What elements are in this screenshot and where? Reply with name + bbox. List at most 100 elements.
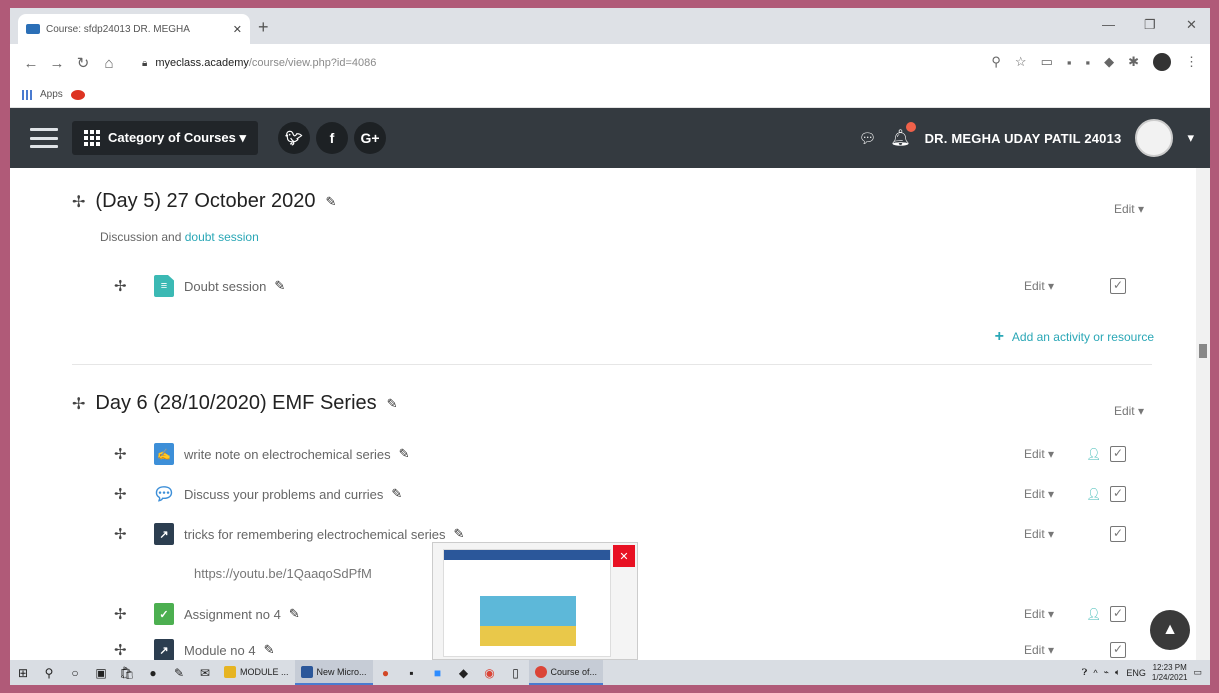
browser-tab[interactable]: Course: sfdp24013 DR. MEGHA ✕ <box>18 14 250 44</box>
move-icon[interactable]: ✢ <box>114 641 138 659</box>
completion-checkbox[interactable]: ✓ <box>1110 606 1126 622</box>
clock[interactable]: 12:23 PM 1/24/2021 <box>1152 663 1188 683</box>
search-icon[interactable]: ⚲ <box>36 660 62 685</box>
pencil-icon[interactable]: ✎ <box>391 486 402 502</box>
user-icon[interactable]: 👤︎ <box>1086 447 1101 461</box>
menu-kebab-icon[interactable]: ⋮ <box>1185 54 1198 70</box>
category-menu[interactable]: Category of Courses ▾ <box>72 121 258 155</box>
pencil-icon[interactable]: ✎ <box>264 642 275 658</box>
user-avatar[interactable] <box>1135 119 1174 157</box>
activity-name[interactable]: Doubt session <box>184 279 266 294</box>
pencil-icon[interactable]: ✎ <box>454 526 465 542</box>
pencil-icon[interactable]: ✎ <box>326 194 337 210</box>
facebook-icon[interactable]: f <box>316 122 348 154</box>
zoom-app-icon[interactable]: ■ <box>425 660 451 685</box>
apps-grid-icon[interactable] <box>22 89 32 100</box>
cortana-icon[interactable]: ○ <box>62 660 88 685</box>
taskbar-app-module[interactable]: MODULE ... <box>218 660 295 685</box>
activity-edit-menu[interactable]: Edit ▾ <box>1024 527 1074 541</box>
zoom-icon[interactable]: ⚲ <box>991 54 1001 70</box>
hamburger-menu-icon[interactable] <box>30 128 58 148</box>
app-icon-5[interactable]: ◆ <box>451 660 477 685</box>
extension-icon-2[interactable]: ▪ <box>1085 55 1090 70</box>
notepad-icon[interactable]: ▯ <box>503 660 529 685</box>
app-icon[interactable]: ● <box>140 660 166 685</box>
activity-edit-menu[interactable]: Edit ▾ <box>1024 487 1074 501</box>
activity-name[interactable]: Assignment no 4 <box>184 607 281 622</box>
completion-checkbox[interactable]: ✓ <box>1110 642 1126 658</box>
activity-name[interactable]: write note on electrochemical series <box>184 447 391 462</box>
user-menu-caret-icon[interactable]: ▾ <box>1187 130 1194 146</box>
user-icon[interactable]: 👤︎ <box>1086 607 1101 621</box>
powerpoint-icon[interactable]: ● <box>373 660 399 685</box>
reload-icon[interactable]: ↻ <box>70 54 96 72</box>
completion-checkbox[interactable]: ✓ <box>1110 486 1126 502</box>
section-title[interactable]: (Day 5) 27 October 2020 <box>95 190 315 213</box>
tray-chevron-icon[interactable]: ^ <box>1093 668 1097 678</box>
page-scrollbar[interactable] <box>1196 168 1210 660</box>
move-icon[interactable]: ✢ <box>72 192 85 212</box>
activity-edit-menu[interactable]: Edit ▾ <box>1024 643 1074 657</box>
extension-icon-3[interactable]: ◆ <box>1104 54 1114 70</box>
app-icon-2[interactable]: ✎ <box>166 660 192 685</box>
move-icon[interactable]: ✢ <box>114 485 138 503</box>
extension-icon[interactable]: ▪ <box>1067 55 1072 70</box>
notification-center-icon[interactable]: ▭ <box>1193 667 1202 678</box>
minimize-icon[interactable]: — <box>1102 17 1115 32</box>
move-icon[interactable]: ✢ <box>114 525 138 543</box>
activity-url[interactable]: https://youtu.be/1QaaqoSdPfM <box>194 566 372 581</box>
summary-link[interactable]: doubt session <box>185 230 259 244</box>
language-indicator[interactable]: ENG <box>1126 668 1146 678</box>
address-bar[interactable]: 🔒︎ myeclass.academy /course/view.php?id=… <box>142 49 942 77</box>
move-icon[interactable]: ✢ <box>114 445 138 463</box>
window-close-icon[interactable]: ✕ <box>1186 17 1197 33</box>
messages-icon[interactable]: 💬︎ <box>858 130 876 147</box>
forward-icon[interactable]: → <box>44 55 70 72</box>
completion-checkbox[interactable]: ✓ <box>1110 526 1126 542</box>
move-icon[interactable]: ✢ <box>72 394 85 414</box>
user-icon[interactable]: 👤︎ <box>1086 487 1101 501</box>
activity-edit-menu[interactable]: Edit ▾ <box>1024 447 1074 461</box>
network-icon[interactable]: ⌁ <box>1104 667 1109 678</box>
pencil-icon[interactable]: ✎ <box>399 446 410 462</box>
move-icon[interactable]: ✢ <box>114 605 138 623</box>
pencil-icon[interactable]: ✎ <box>289 606 300 622</box>
back-icon[interactable]: ← <box>18 55 44 72</box>
activity-name[interactable]: tricks for remembering electrochemical s… <box>184 527 446 542</box>
back-to-top-button[interactable]: ▲ <box>1150 610 1190 650</box>
section-edit-menu[interactable]: Edit ▾ <box>1114 202 1144 216</box>
user-name[interactable]: DR. MEGHA UDAY PATIL 24013 <box>925 131 1122 146</box>
pencil-icon[interactable]: ✎ <box>387 396 398 412</box>
scrollbar-thumb[interactable] <box>1199 344 1207 358</box>
google-plus-icon[interactable]: G+ <box>354 122 386 154</box>
new-tab-icon[interactable]: + <box>258 17 269 38</box>
activity-edit-menu[interactable]: Edit ▾ <box>1024 279 1074 293</box>
preview-close-icon[interactable]: ✕ <box>613 545 635 567</box>
add-activity-link[interactable]: + Add an activity or resource <box>995 328 1154 346</box>
app-icon-3[interactable]: ✉ <box>192 660 218 685</box>
windows-start-icon[interactable]: ⊞ <box>10 660 36 685</box>
store-icon[interactable]: 🛍︎ <box>114 660 140 685</box>
cast-icon[interactable]: ▭ <box>1041 54 1053 70</box>
taskbar-app-chrome[interactable]: Course of... <box>528 660 604 685</box>
twitter-icon[interactable]: 🐦︎ <box>278 122 310 154</box>
taskbar-preview-popup[interactable]: ✕ <box>432 542 638 660</box>
activity-name[interactable]: Discuss your problems and curries <box>184 487 383 502</box>
app-icon-4[interactable]: ▪ <box>399 660 425 685</box>
chrome-icon[interactable]: ◉ <box>477 660 503 685</box>
completion-checkbox[interactable]: ✓ <box>1110 446 1126 462</box>
puzzle-icon[interactable]: ✱ <box>1128 54 1139 70</box>
taskbar-app-word[interactable]: New Micro... <box>294 660 373 685</box>
completion-checkbox[interactable]: ✓ <box>1110 278 1126 294</box>
tab-close-icon[interactable]: ✕ <box>233 23 242 36</box>
activity-name[interactable]: Module no 4 <box>184 643 256 658</box>
star-icon[interactable]: ☆ <box>1015 54 1027 70</box>
pencil-icon[interactable]: ✎ <box>274 278 285 294</box>
move-icon[interactable]: ✢ <box>114 277 138 295</box>
profile-avatar-icon[interactable] <box>1153 53 1171 71</box>
section-title[interactable]: Day 6 (28/10/2020) EMF Series <box>95 392 376 415</box>
section-edit-menu[interactable]: Edit ▾ <box>1114 404 1144 418</box>
restore-icon[interactable]: ❐ <box>1144 17 1156 33</box>
activity-edit-menu[interactable]: Edit ▾ <box>1024 607 1074 621</box>
help-icon[interactable]: ❓︎ <box>1082 667 1087 678</box>
